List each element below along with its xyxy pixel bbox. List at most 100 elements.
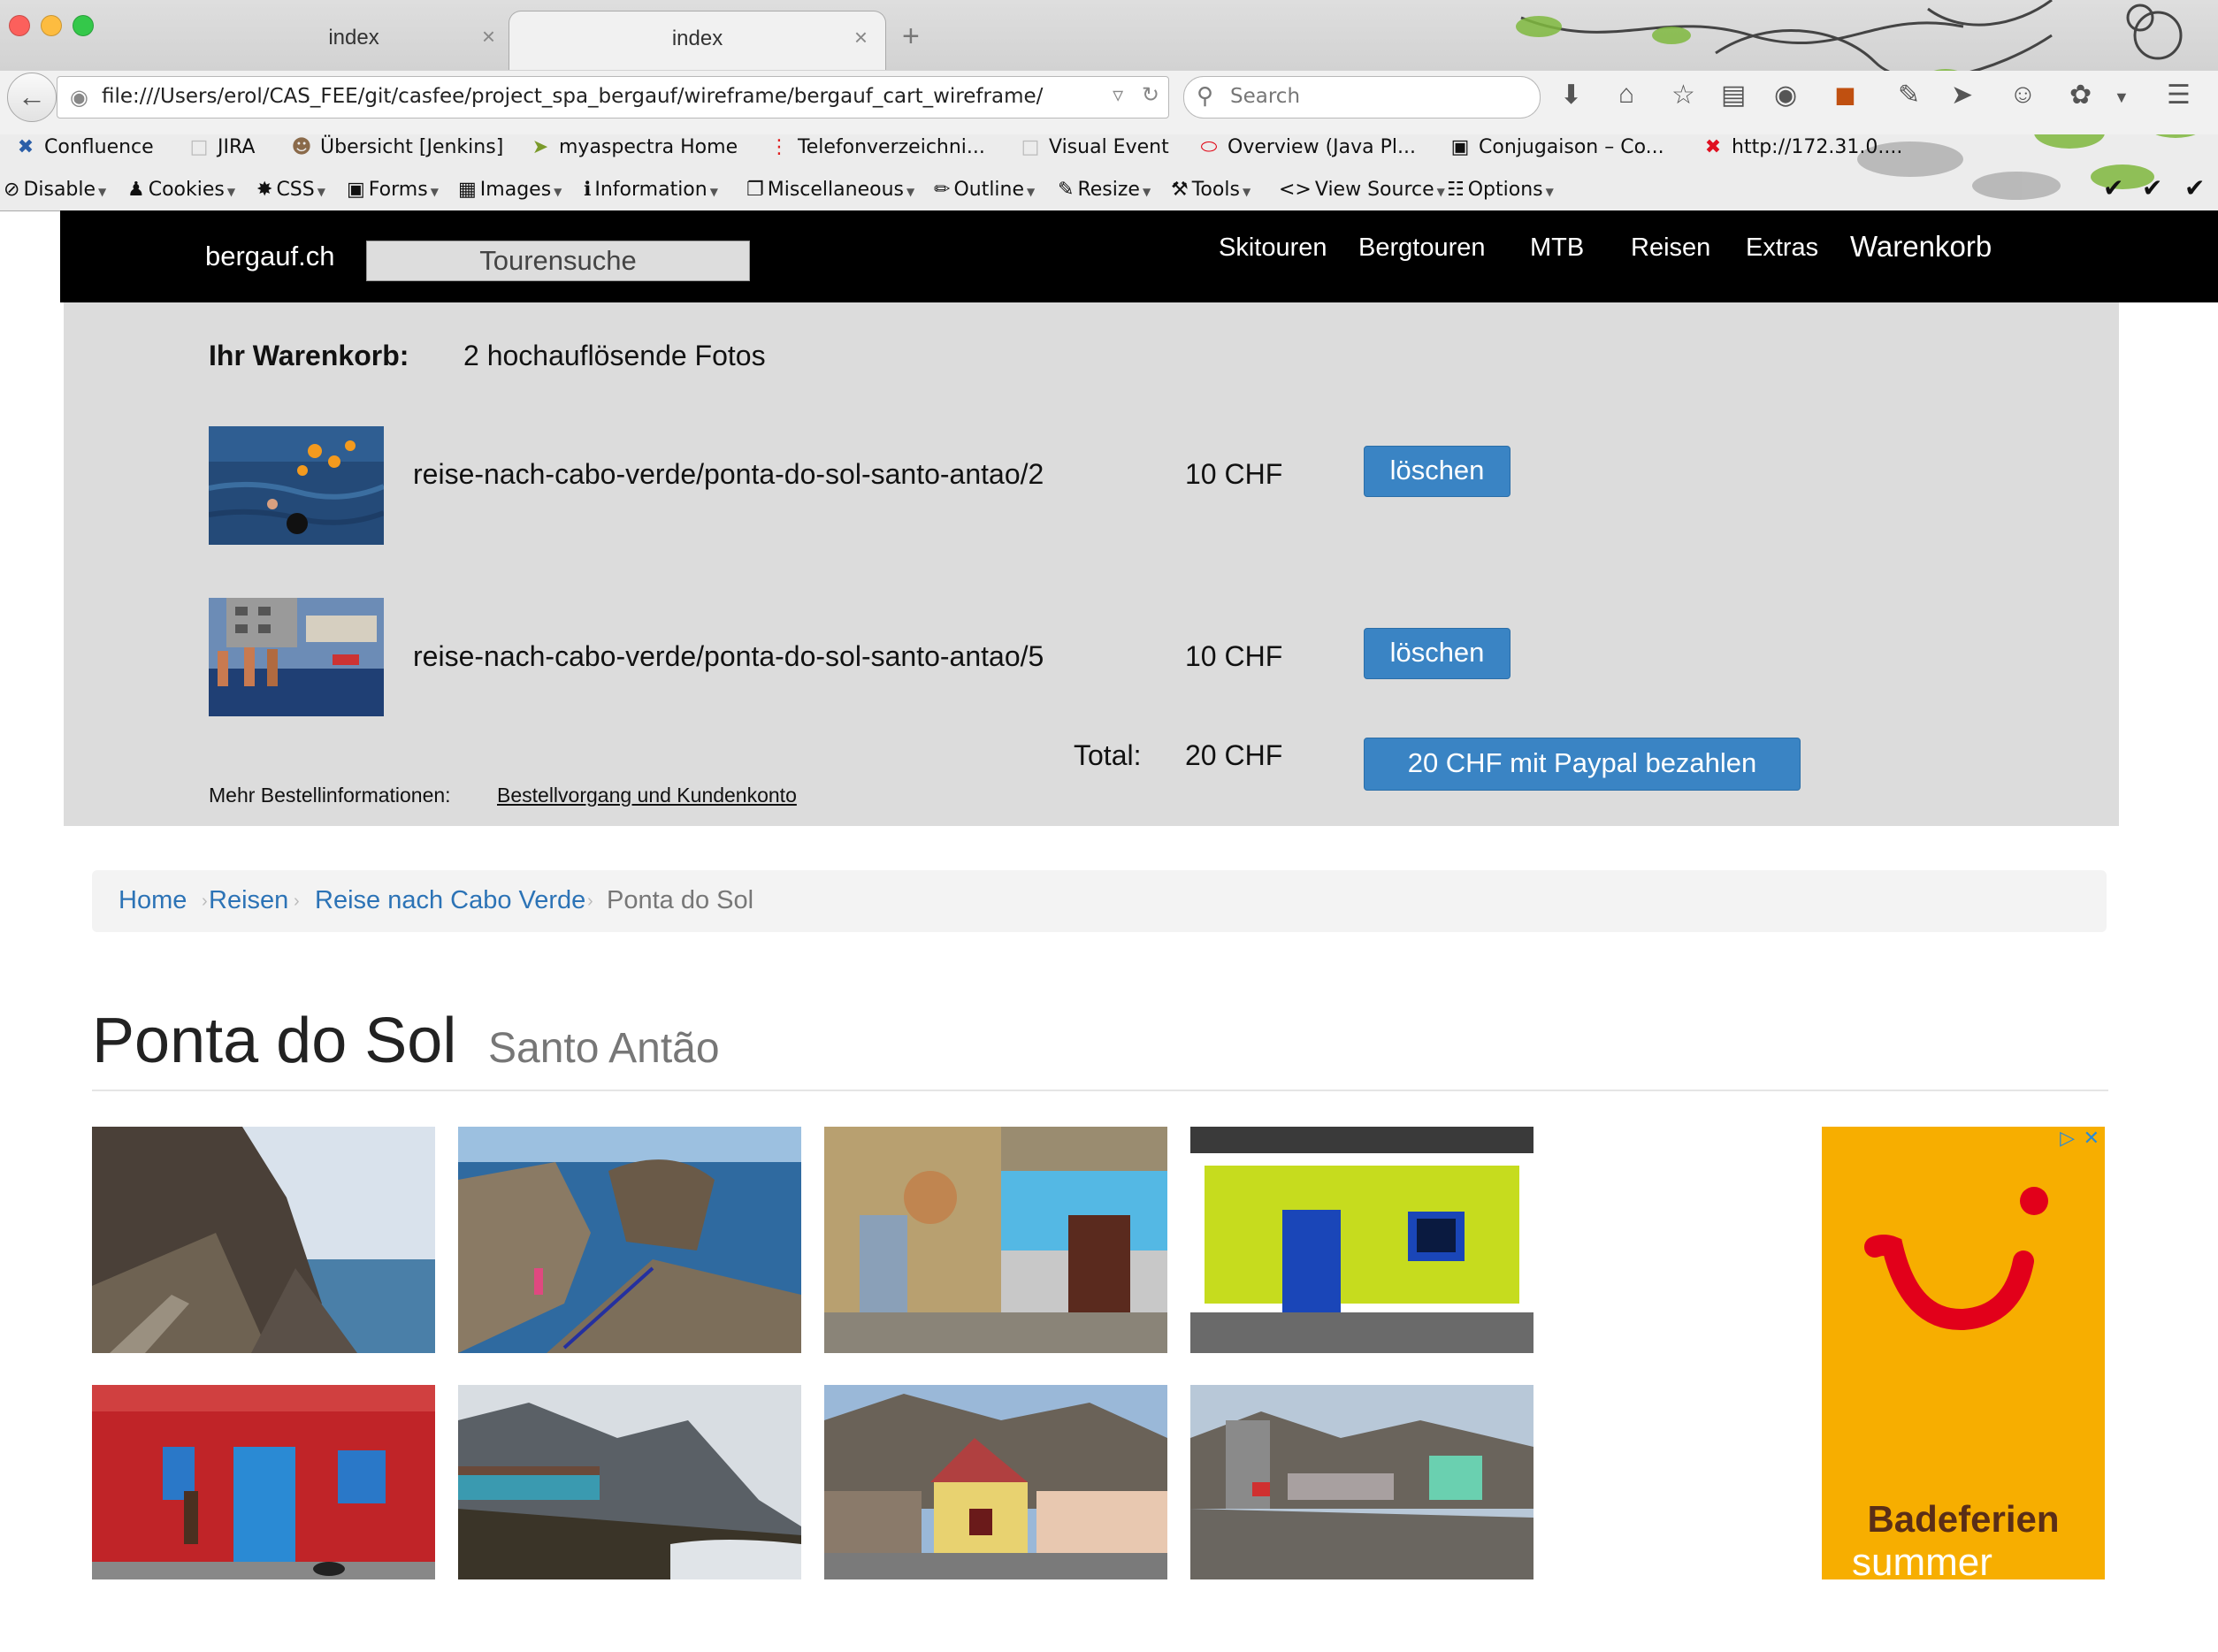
site-brand[interactable]: bergauf.ch <box>205 241 335 272</box>
bookmark-label: Visual Event <box>1049 136 1169 158</box>
bookmark-visual-event[interactable]: □ Visual Event <box>1017 136 1169 158</box>
dev-options-menu[interactable]: ☷ Options ▼ <box>1447 179 1554 201</box>
gallery-image-rock-pool-stairs[interactable] <box>458 1127 801 1353</box>
browser-chrome: index × index × + ← ◉ file:///Users/erol… <box>0 0 2218 211</box>
nav-warenkorb[interactable]: Warenkorb <box>1850 230 1992 264</box>
weathered-wall-doors-image <box>824 1127 1167 1353</box>
red-house-blue-doors-image <box>92 1385 435 1579</box>
dev-tools-menu[interactable]: ⚒ Tools ▼ <box>1171 179 1250 201</box>
bookmark-jenkins[interactable]: ☻ Übersicht [Jenkins] <box>288 136 504 158</box>
gallery-image-coastal-cliff-road[interactable] <box>92 1127 435 1353</box>
dev-css-menu[interactable]: ✸ CSS ▼ <box>256 179 325 201</box>
dev-images-menu[interactable]: ▦ Images ▼ <box>458 179 562 201</box>
pocket-icon[interactable]: ◉ <box>1774 80 1797 111</box>
gallery-image-red-house-blue-doors[interactable] <box>92 1385 435 1579</box>
download-icon[interactable]: ⬇ <box>1560 80 1582 111</box>
gallery-image-yellow-house-blue-door[interactable] <box>1190 1127 1533 1353</box>
tab-index-1[interactable]: index × <box>195 11 513 69</box>
oracle-icon: ⬭ <box>1200 136 1218 158</box>
bookmark-ip[interactable]: ✖ http://172.31.0.... <box>1700 136 1903 158</box>
back-button[interactable]: ← <box>7 73 57 122</box>
site-navbar: bergauf.ch Tourensuche Skitouren Bergtou… <box>60 210 2218 302</box>
tab-title: index <box>671 27 723 50</box>
reload-icon[interactable]: ↻ <box>1142 83 1159 107</box>
tab-close-icon[interactable]: × <box>482 23 495 50</box>
send-icon[interactable]: ➤ <box>1951 80 1973 111</box>
dev-disable-menu[interactable]: ⊘ Disable ▼ <box>4 179 106 201</box>
tourensuche-button[interactable]: Tourensuche <box>366 241 750 281</box>
new-tab-icon[interactable]: + <box>902 19 920 54</box>
bookmark-jira[interactable]: □ JIRA <box>186 136 256 158</box>
check-icon[interactable]: ✔ <box>2184 173 2205 203</box>
more-info-label: Mehr Bestellinformationen: <box>209 784 451 807</box>
bookmark-telefon[interactable]: ⋮ Telefonverzeichni... <box>766 136 985 158</box>
nav-bergtouren[interactable]: Bergtouren <box>1358 233 1486 263</box>
web-developer-toolbar: ⊘ Disable ▼ ♟ Cookies ▼ ✸ CSS ▼ ▣ Forms ▼ ▦ Image… <box>0 175 2218 210</box>
zoom-window-button[interactable] <box>73 15 94 36</box>
menu-icon[interactable]: ☰ <box>2167 80 2191 111</box>
gallery-image-houses-by-rocky-shore[interactable] <box>458 1385 801 1579</box>
delete-item-button[interactable]: löschen <box>1364 628 1511 679</box>
dev-view-source-menu[interactable]: <> View Source ▼ <box>1279 179 1445 201</box>
total-label: Total: <box>1074 739 1142 771</box>
minimize-window-button[interactable] <box>41 15 62 36</box>
bookmark-confluence[interactable]: ✖ Confluence <box>12 136 154 158</box>
dev-outline-menu[interactable]: ✏ Outline ▼ <box>934 179 1035 201</box>
search-icon: ⚲ <box>1197 82 1214 109</box>
dev-resize-menu[interactable]: ✎ Resize ▼ <box>1058 179 1151 201</box>
breadcrumb-home[interactable]: Home <box>119 886 187 915</box>
close-icon[interactable]: ✕ <box>2084 1127 2099 1150</box>
x-red-icon: ✖ <box>1704 136 1722 158</box>
bookmark-conjugaison[interactable]: ▣ Conjugaison – Co... <box>1447 136 1664 158</box>
gallery-image-village-street-mountains[interactable] <box>824 1385 1167 1579</box>
search-input[interactable]: ⚲ Search <box>1183 76 1541 119</box>
url-text[interactable]: file:///Users/erol/CAS_FEE/git/casfee/pr… <box>102 85 1043 108</box>
bookmark-label: Übersicht [Jenkins] <box>320 136 504 158</box>
bookmark-java-overview[interactable]: ⬭ Overview (Java Pl... <box>1196 136 1416 158</box>
adchoices-icon[interactable]: ▷ <box>2060 1127 2075 1150</box>
dev-cookies-menu[interactable]: ♟ Cookies ▼ <box>127 179 235 201</box>
check-icon[interactable]: ✔ <box>2103 173 2123 203</box>
nav-skitouren[interactable]: Skitouren <box>1219 233 1327 263</box>
code-icon: <> <box>1279 179 1312 201</box>
home-icon[interactable]: ⌂ <box>1618 80 1634 110</box>
bookmark-myaspectra[interactable]: ➤ myaspectra Home <box>527 136 738 158</box>
tab-index-2[interactable]: index × <box>509 11 886 70</box>
tools-icon[interactable]: ✎ <box>1898 80 1920 111</box>
dev-miscellaneous-menu[interactable]: ❐ Miscellaneous ▼ <box>746 179 914 201</box>
sliders-icon: ☷ <box>1447 179 1465 201</box>
tui-advertisement[interactable]: ▷ ✕ Badeferien summer <box>1822 1127 2105 1579</box>
dev-menu-label: Images <box>479 179 552 201</box>
bug-icon[interactable]: ✿ <box>2069 80 2092 111</box>
breadcrumb: Home › Reisen › Reise nach Cabo Verde › … <box>92 870 2107 932</box>
nav-reisen[interactable]: Reisen <box>1631 233 1710 263</box>
tab-close-icon[interactable]: × <box>854 24 868 51</box>
bookmark-star-icon[interactable]: ☆ <box>1671 80 1695 111</box>
dropdown-arrow-icon[interactable]: ▿ <box>1113 83 1123 107</box>
dev-menu-label: View Source <box>1314 179 1434 201</box>
more-info-link[interactable]: Bestellvorgang und Kundenkonto <box>497 784 797 807</box>
cart-label: Ihr Warenkorb: <box>209 340 409 371</box>
gallery-image-hillside-village[interactable] <box>1190 1385 1533 1579</box>
breadcrumb-cabo-verde[interactable]: Reise nach Cabo Verde <box>315 886 585 915</box>
bookmarks-bar: ✖ Confluence □ JIRA ☻ Übersicht [Jenkins] ➤… <box>0 133 2218 168</box>
chevron-down-icon[interactable]: ▼ <box>2114 88 2130 107</box>
nav-extras[interactable]: Extras <box>1746 233 1818 263</box>
dev-information-menu[interactable]: ℹ Information ▼ <box>584 179 718 201</box>
url-bar[interactable]: ◉ file:///Users/erol/CAS_FEE/git/casfee/… <box>57 76 1169 119</box>
breadcrumb-reisen[interactable]: Reisen <box>209 886 288 915</box>
gallery-image-weathered-wall-doors[interactable] <box>824 1127 1167 1353</box>
extension-icon[interactable]: ◼ <box>1834 80 1856 111</box>
dev-menu-label: Cookies <box>148 179 225 201</box>
reading-list-icon[interactable]: ▤ <box>1721 80 1746 111</box>
delete-item-button[interactable]: löschen <box>1364 446 1511 497</box>
smiley-icon[interactable]: ☺ <box>2009 80 2037 110</box>
bird-icon: ➤ <box>532 136 549 158</box>
nav-mtb[interactable]: MTB <box>1530 233 1584 263</box>
dev-forms-menu[interactable]: ▣ Forms ▼ <box>347 179 439 201</box>
paypal-pay-button[interactable]: 20 CHF mit Paypal bezahlen <box>1364 738 1801 791</box>
close-window-button[interactable] <box>9 15 30 36</box>
swimmers-sea-image <box>209 426 384 545</box>
cart-summary: 2 hochauflösende Fotos <box>463 340 766 371</box>
check-icon[interactable]: ✔ <box>2142 173 2162 203</box>
